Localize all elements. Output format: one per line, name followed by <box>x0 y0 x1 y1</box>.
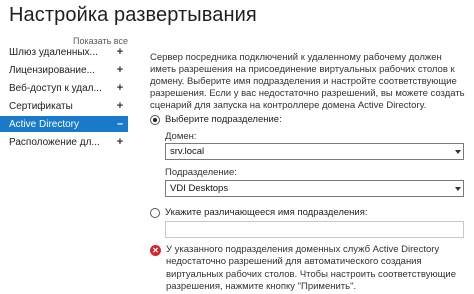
ou-value: VDI Desktops <box>170 183 229 194</box>
sidebar-item-rd-gateway[interactable]: Шлюз удаленных... + <box>0 44 128 60</box>
domain-label: Домен: <box>165 131 197 142</box>
expand-plus-icon: + <box>116 82 124 94</box>
sidebar-item-label: Веб-доступ к удал... <box>9 82 102 94</box>
page-title: Настройка развертывания <box>9 4 257 26</box>
description-text: Сервер посредника подключений к удаленно… <box>150 52 465 112</box>
sidebar-item-label: Расположение дл... <box>9 136 100 148</box>
expand-plus-icon: + <box>116 100 124 112</box>
sidebar-item-label: Шлюз удаленных... <box>9 46 98 58</box>
collapse-minus-icon: – <box>116 118 124 130</box>
custom-ou-input[interactable] <box>165 221 464 238</box>
sidebar: Показать все Шлюз удаленных... + Лицензи… <box>0 34 128 294</box>
chevron-down-icon <box>453 181 463 196</box>
expand-plus-icon: + <box>116 136 124 148</box>
error-message: У указанного подразделения доменных служ… <box>166 244 456 292</box>
sidebar-item-active-directory[interactable]: Active Directory – <box>0 116 128 132</box>
sidebar-item-label: Лицензирование... <box>9 64 95 76</box>
select-ou-radio[interactable] <box>150 115 160 125</box>
sidebar-item-label: Сертификаты <box>9 100 73 112</box>
sidebar-item-licensing[interactable]: Лицензирование... + <box>0 62 128 78</box>
sidebar-item-certificates[interactable]: Сертификаты + <box>0 98 128 114</box>
domain-dropdown[interactable]: srv.local <box>165 143 464 160</box>
expand-plus-icon: + <box>116 64 124 76</box>
ou-dropdown[interactable]: VDI Desktops <box>165 180 464 197</box>
chevron-down-icon <box>453 144 463 159</box>
select-ou-label: Выберите подразделение: <box>165 114 282 125</box>
sidebar-item-label: Active Directory <box>9 118 80 130</box>
sidebar-item-export-location[interactable]: Расположение дл... + <box>0 134 128 150</box>
domain-value: srv.local <box>170 146 205 157</box>
custom-ou-label: Укажите различающееся имя подразделения: <box>165 207 368 218</box>
expand-plus-icon: + <box>116 46 124 58</box>
ou-label: Подразделение: <box>165 167 237 178</box>
custom-ou-radio[interactable] <box>150 208 160 218</box>
sidebar-item-web-access[interactable]: Веб-доступ к удал... + <box>0 80 128 96</box>
error-icon: ✕ <box>150 245 161 256</box>
